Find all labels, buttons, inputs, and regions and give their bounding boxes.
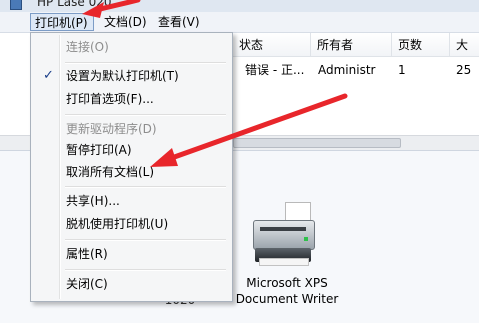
printer-light [304,237,308,241]
menu-bar: 打印机(P) 文档(D) 查看(V) [0,12,479,33]
printer-body [253,220,315,250]
column-header-size[interactable]: 大 [450,33,479,57]
scrollbar-thumb[interactable] [233,138,401,148]
menu-item-label: 设置为默认打印机(T) [66,69,179,83]
column-header-pages[interactable]: 页数 [392,33,450,57]
menu-document[interactable]: 文档(D) [100,13,151,31]
menu-view[interactable]: 查看(V) [154,13,204,31]
title-bar: HP Lase 020 [0,0,479,12]
menu-separator [65,114,226,116]
menu-separator [65,62,226,64]
printer-menu-dropdown: 连接(O) ✓ 设置为默认打印机(T) 打印首选项(F)... 更新驱动程序(D… [30,32,233,302]
menu-item-close[interactable]: 关闭(C) [33,273,230,295]
menu-item-connect: 连接(O) [66,40,109,54]
cell-owner[interactable]: Administr [318,59,388,81]
menu-item-pause-printing[interactable]: 暂停打印(A) [33,139,230,161]
cell-pages[interactable]: 1 [398,59,438,81]
menu-item-set-default[interactable]: ✓ 设置为默认打印机(T) [33,65,230,87]
menu-item-preferences[interactable]: 打印首选项(F)... [33,88,230,110]
menu-item-cancel-all-documents[interactable]: 取消所有文档(L) [33,161,230,183]
printer-slot [260,227,306,231]
column-header-status[interactable]: 状态 [233,33,311,57]
menu-item-update-driver: 更新驱动程序(D) [66,122,157,136]
xps-printer-label[interactable]: Microsoft XPS Document Writer [232,275,342,307]
printer-tray [259,258,309,266]
menu-separator [65,239,226,241]
menu-separator [65,269,226,271]
check-icon: ✓ [43,68,54,83]
menu-item-sharing[interactable]: 共享(H)... [33,190,230,212]
column-header-owner[interactable]: 所有者 [311,33,392,57]
menu-printer[interactable]: 打印机(P) [30,13,94,31]
window-icon [10,0,22,10]
menu-separator [65,186,226,188]
cell-status[interactable]: 错误 - 正... [245,59,309,81]
printer-icon[interactable] [247,202,317,268]
window-title: HP Lase 020 [37,0,112,9]
menu-item-properties[interactable]: 属性(R) [33,243,230,265]
menu-item-use-offline[interactable]: 脱机使用打印机(U) [33,213,230,235]
cell-size[interactable]: 25 [456,59,479,81]
